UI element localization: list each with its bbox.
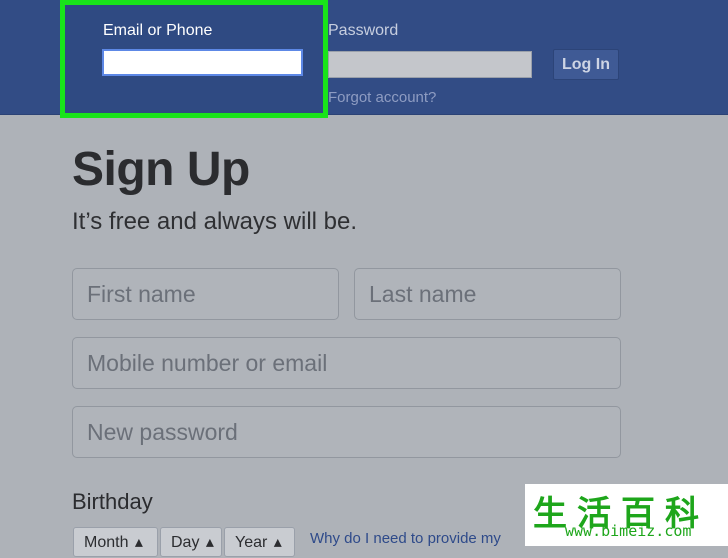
- top-header-bar: Email or Phone Password Log In Forgot ac…: [0, 0, 728, 118]
- chevron-up-down-icon: ▴: [205, 534, 214, 551]
- year-select[interactable]: Year ▴: [224, 527, 295, 557]
- email-or-phone-label: Email or Phone: [103, 22, 213, 39]
- log-in-button[interactable]: Log In: [553, 49, 619, 80]
- year-select-label: Year: [235, 534, 268, 551]
- email-or-phone-input[interactable]: [102, 49, 303, 76]
- mobile-or-email-field[interactable]: Mobile number or email: [72, 337, 621, 389]
- new-password-field[interactable]: New password: [72, 406, 621, 458]
- password-input[interactable]: [328, 51, 532, 78]
- password-label: Password: [328, 22, 399, 39]
- watermark-logo: 生活百科 www.bimeiz.com: [525, 484, 728, 546]
- last-name-field[interactable]: Last name: [354, 268, 621, 320]
- day-select-label: Day: [171, 534, 200, 551]
- month-select-label: Month: [84, 534, 129, 551]
- chevron-up-down-icon: ▴: [273, 534, 282, 551]
- watermark-url: www.bimeiz.com: [565, 522, 692, 540]
- month-select[interactable]: Month ▴: [73, 527, 158, 557]
- birthday-label: Birthday: [72, 489, 153, 514]
- forgot-account-link[interactable]: Forgot account?: [328, 89, 436, 106]
- page-subtitle: It’s free and always will be.: [72, 208, 358, 235]
- first-name-field[interactable]: First name: [72, 268, 339, 320]
- why-birthday-link[interactable]: Why do I need to provide my: [310, 530, 501, 547]
- day-select[interactable]: Day ▴: [160, 527, 222, 557]
- page-title: Sign Up: [72, 143, 250, 196]
- chevron-up-down-icon: ▴: [134, 534, 143, 551]
